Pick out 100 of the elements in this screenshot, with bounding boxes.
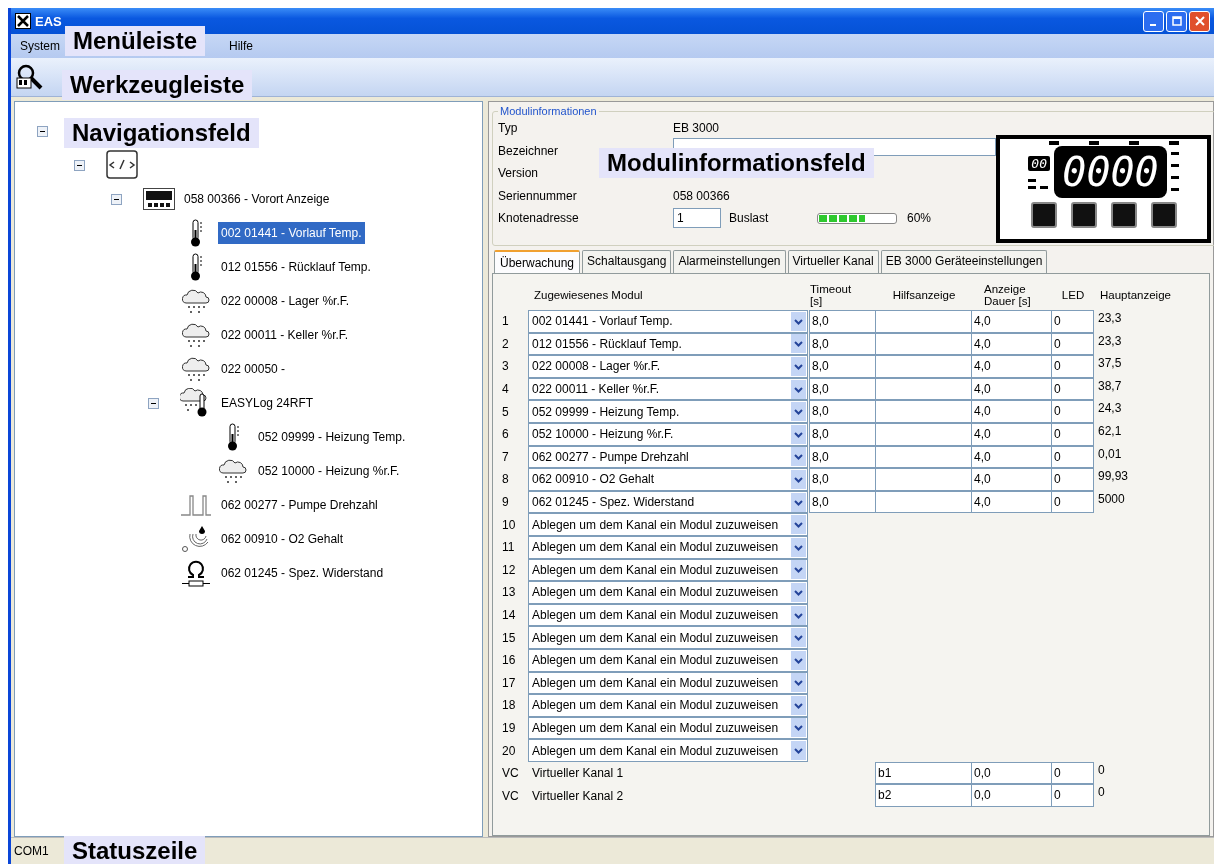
- field-label: Version: [498, 166, 540, 181]
- menu-item[interactable]: Hilfe: [226, 39, 257, 53]
- tree-item[interactable]: 062 00910 - O2 Gehalt: [218, 528, 347, 550]
- tab[interactable]: EB 3000 Geräteeinstellungen: [880, 250, 1048, 273]
- module-select[interactable]: Ablegen um dem Kanal ein Modul zuzuweisen: [528, 694, 808, 717]
- led-field[interactable]: 0: [1051, 468, 1094, 491]
- rain-cloud-icon: [218, 458, 248, 484]
- led-field[interactable]: 0: [1051, 355, 1094, 378]
- tree-item[interactable]: 052 10000 - Heizung %r.F.: [255, 460, 403, 482]
- timeout-field[interactable]: 8,0: [809, 355, 876, 378]
- minimize-button[interactable]: [1143, 10, 1164, 32]
- module-select[interactable]: 022 00008 - Lager %r.F.: [528, 355, 808, 378]
- module-select[interactable]: 062 00910 - O2 Gehalt: [528, 468, 808, 491]
- device-key-drawing: [1070, 202, 1097, 228]
- main-display-value: 0: [1097, 761, 1106, 779]
- tab[interactable]: Überwachung: [494, 250, 581, 274]
- module-select[interactable]: 062 00277 - Pumpe Drehzahl: [528, 445, 808, 469]
- node-address-field[interactable]: 1: [673, 208, 721, 229]
- main-display-value: 24,3: [1097, 400, 1123, 418]
- module-select[interactable]: 062 01245 - Spez. Widerstand: [528, 490, 808, 514]
- tree-item[interactable]: 002 01441 - Vorlauf Temp.: [218, 222, 365, 244]
- module-select[interactable]: Ablegen um dem Kanal ein Modul zuzuweisen: [528, 535, 808, 559]
- duration-field[interactable]: 4,0: [971, 468, 1052, 491]
- menu-item[interactable]: System: [17, 39, 63, 53]
- module-select[interactable]: 002 01441 - Vorlauf Temp.: [528, 310, 808, 333]
- module-select[interactable]: Ablegen um dem Kanal ein Modul zuzuweisen: [528, 626, 808, 649]
- field-label: Typ: [498, 121, 519, 136]
- tab[interactable]: Schaltausgang: [582, 250, 672, 273]
- channel-number: 19: [501, 720, 517, 737]
- module-select[interactable]: Ablegen um dem Kanal ein Modul zuzuweisen: [528, 739, 808, 762]
- aux-display-field[interactable]: [875, 310, 972, 333]
- aux-display-field[interactable]: b1: [875, 761, 972, 785]
- channel-number: 14: [501, 607, 517, 624]
- minimize-icon: [1149, 24, 1156, 26]
- channel-number: 4: [501, 381, 510, 399]
- tree-item[interactable]: 062 00277 - Pumpe Drehzahl: [218, 494, 381, 516]
- chevron-down-icon: [791, 357, 806, 376]
- maximize-button[interactable]: [1166, 10, 1187, 32]
- close-button[interactable]: [1189, 10, 1210, 32]
- module-select[interactable]: Ablegen um dem Kanal ein Modul zuzuweisen: [528, 513, 808, 536]
- timeout-field[interactable]: 8,0: [809, 468, 876, 491]
- window-title: EAS: [35, 13, 62, 29]
- timeout-field[interactable]: 8,0: [809, 310, 876, 333]
- led-field[interactable]: 0: [1051, 377, 1094, 401]
- group-title: Modulinformationen: [499, 105, 598, 117]
- chevron-down-icon: [791, 741, 806, 761]
- field-label: Knotenadresse: [498, 211, 580, 226]
- module-select[interactable]: Ablegen um dem Kanal ein Modul zuzuweisen: [528, 648, 808, 672]
- duration-field[interactable]: 0,0: [971, 761, 1052, 785]
- module-select[interactable]: Ablegen um dem Kanal ein Modul zuzuweisen: [528, 716, 808, 740]
- module-select[interactable]: Ablegen um dem Kanal ein Modul zuzuweisen: [528, 603, 808, 627]
- column-header: Timeout [s]: [810, 283, 853, 307]
- tree-item[interactable]: 012 01556 - Rücklauf Temp.: [218, 256, 374, 278]
- tab[interactable]: Virtueller Kanal: [787, 250, 879, 273]
- aux-display-field[interactable]: [875, 400, 972, 423]
- tree-item[interactable]: 022 00008 - Lager %r.F.: [218, 290, 353, 312]
- annotation-tooltip: Menüleiste: [65, 26, 206, 56]
- collapse-toggle[interactable]: [74, 159, 85, 171]
- aux-display-field[interactable]: b2: [875, 784, 972, 808]
- module-select[interactable]: Ablegen um dem Kanal ein Modul zuzuweisen: [528, 558, 808, 582]
- tree-item[interactable]: 022 00011 - Keller %r.F.: [218, 324, 352, 346]
- duration-field[interactable]: 4,0: [971, 355, 1052, 378]
- collapse-toggle[interactable]: [37, 125, 48, 137]
- led-field[interactable]: 0: [1051, 400, 1094, 423]
- module-select[interactable]: Ablegen um dem Kanal ein Modul zuzuweisen: [528, 671, 808, 695]
- tree-item[interactable]: 062 01245 - Spez. Widerstand: [218, 562, 387, 584]
- tree-item[interactable]: 052 09999 - Heizung Temp.: [255, 426, 409, 448]
- module-select[interactable]: 052 09999 - Heizung Temp.: [528, 400, 808, 423]
- duration-field[interactable]: 4,0: [971, 310, 1052, 333]
- led-field[interactable]: 0: [1051, 422, 1094, 446]
- display-small-digits: 00: [1028, 155, 1051, 171]
- aux-display-field[interactable]: [875, 468, 972, 491]
- chevron-down-icon: [791, 424, 806, 444]
- module-select[interactable]: 052 10000 - Heizung %r.F.: [528, 422, 808, 446]
- module-select[interactable]: 012 01556 - Rücklauf Temp.: [528, 332, 808, 356]
- field-value: 058 00366: [673, 188, 730, 203]
- device-key-drawing: [1110, 202, 1137, 228]
- tree-item[interactable]: 022 00050 -: [218, 358, 289, 380]
- tree-item[interactable]: 058 00366 - Vorort Anzeige: [181, 188, 333, 210]
- led-field[interactable]: 0: [1051, 784, 1094, 808]
- led-field[interactable]: 0: [1051, 490, 1094, 514]
- tree-item[interactable]: EASYLog 24RFT: [218, 392, 317, 414]
- collapse-toggle[interactable]: [111, 193, 122, 205]
- led-field[interactable]: 0: [1051, 332, 1094, 356]
- chevron-down-icon: [791, 379, 806, 399]
- channel-number: 1: [501, 313, 510, 331]
- aux-display-field[interactable]: [875, 355, 972, 378]
- timeout-field[interactable]: 8,0: [809, 400, 876, 423]
- duration-field[interactable]: 0,0: [971, 784, 1052, 808]
- tab[interactable]: Alarmeinstellungen: [673, 250, 786, 273]
- collapse-toggle[interactable]: [148, 397, 159, 409]
- led-field[interactable]: 0: [1051, 310, 1094, 333]
- duration-field[interactable]: 4,0: [971, 400, 1052, 423]
- module-select[interactable]: Ablegen um dem Kanal ein Modul zuzuweisen: [528, 581, 808, 604]
- indicator-marks-drawing: [1028, 178, 1051, 189]
- channel-number: 20: [501, 742, 517, 760]
- led-field[interactable]: 0: [1051, 445, 1094, 469]
- device-key-drawing: [1030, 202, 1057, 228]
- module-select[interactable]: 022 00011 - Keller %r.F.: [528, 377, 808, 401]
- led-field[interactable]: 0: [1051, 761, 1094, 785]
